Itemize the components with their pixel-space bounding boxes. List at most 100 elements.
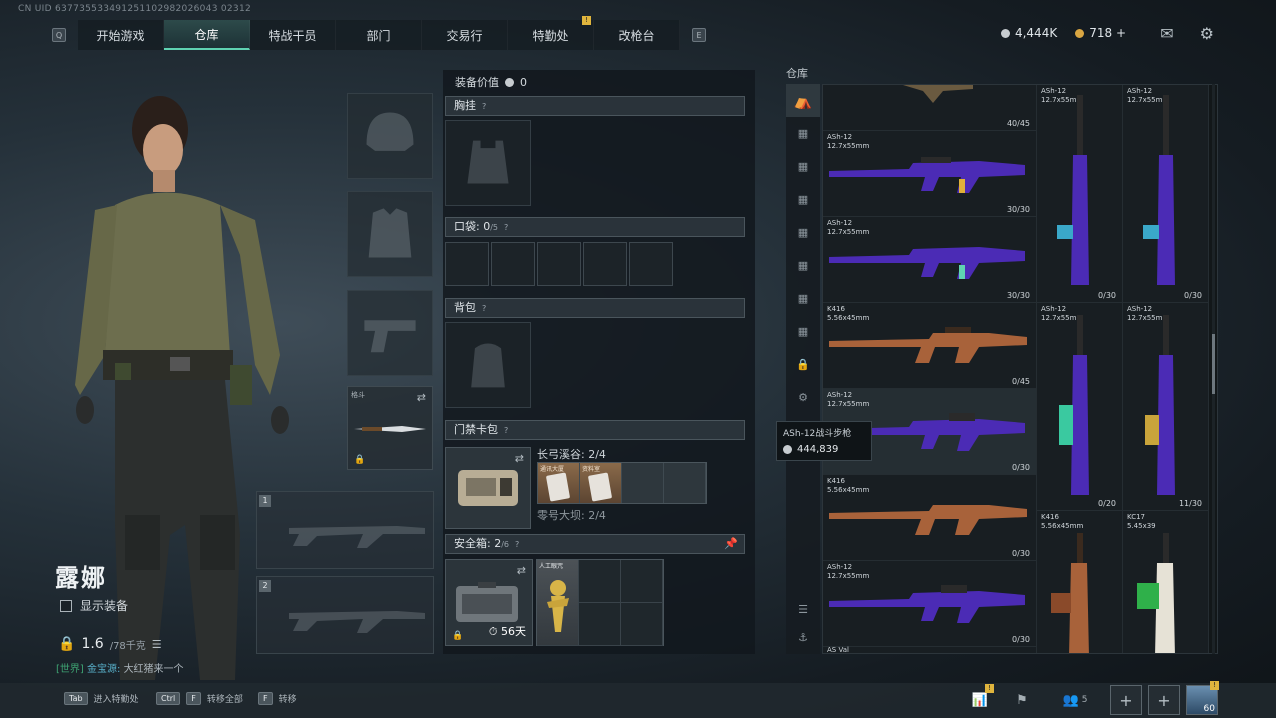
hint-enter-special[interactable]: Tab 进入特勤处: [64, 692, 139, 705]
warehouse-page-icon[interactable]: ▦: [786, 150, 820, 183]
invite-slot-button[interactable]: +: [1148, 685, 1180, 715]
stats-chart-icon[interactable]: 📊!: [968, 684, 994, 711]
warehouse-item[interactable]: ASh-12 12.7x55mm 0/20: [1037, 303, 1123, 511]
world-chat-line[interactable]: [世界] 金宝源: 大红猪来一个: [56, 660, 184, 675]
nav-tab-2[interactable]: 特战干员: [250, 20, 336, 50]
pocket-slot[interactable]: [491, 242, 535, 286]
keycard-item[interactable]: 资料室: [580, 463, 622, 503]
nav-tab-4[interactable]: 交易行: [422, 20, 508, 50]
pin-icon[interactable]: 📌: [724, 535, 738, 553]
primary-weapon-slot-1[interactable]: 1: [256, 491, 434, 569]
help-icon[interactable]: ?: [482, 98, 486, 116]
melee-slot[interactable]: 格斗 ⇄ 🔒: [347, 386, 433, 470]
nav-tab-5[interactable]: 特勤处!: [508, 16, 594, 50]
warehouse-scrollbar[interactable]: [1212, 84, 1215, 654]
safe-box-slot[interactable]: ⇄ 🔒 ⏱ 56天: [445, 559, 533, 646]
swap-icon[interactable]: ⇄: [417, 391, 426, 404]
warehouse-item[interactable]: ASh-12 12.7x55mm 0/30: [1037, 85, 1123, 303]
sort-icon[interactable]: ⚓: [786, 631, 820, 644]
nav-tab-3[interactable]: 部门: [336, 20, 422, 50]
armor-slot[interactable]: [347, 191, 433, 277]
warehouse-page-icon[interactable]: ▦: [786, 183, 820, 216]
nav-tab-1[interactable]: 仓库: [164, 20, 250, 50]
warehouse-item[interactable]: ASh-12 12.7x55mm 30/30: [823, 131, 1037, 217]
hint-label: 转移全部: [206, 695, 243, 705]
backpack-slot[interactable]: [445, 322, 531, 408]
settings-gear-icon[interactable]: ⚙: [786, 381, 820, 414]
safe-box-icon: [456, 582, 518, 622]
help-icon[interactable]: ?: [482, 300, 486, 318]
warehouse-item[interactable]: ASh-12 12.7x55mm 0/30: [1123, 85, 1209, 303]
key-tab: Tab: [64, 692, 88, 705]
warehouse-item[interactable]: K416 5.56x45mm 0/30: [823, 475, 1037, 561]
show-gear-checkbox[interactable]: [60, 599, 72, 612]
nav-right-key[interactable]: E: [692, 28, 706, 42]
safe-box-empty-slot[interactable]: [579, 560, 621, 603]
settings-gear-icon[interactable]: ⚙: [1200, 24, 1214, 43]
warehouse-item[interactable]: KC17 5.45x39: [1123, 511, 1209, 653]
pocket-slot[interactable]: [629, 242, 673, 286]
warehouse-item[interactable]: K416 5.56x45mm 0/45: [823, 303, 1037, 389]
helmet-slot[interactable]: [347, 93, 433, 179]
keycard-empty-slot[interactable]: [622, 463, 664, 503]
weight-detail-icon[interactable]: ☰: [152, 638, 162, 651]
help-icon[interactable]: ?: [515, 536, 519, 554]
pocket-slot[interactable]: [445, 242, 489, 286]
ash12-rifle-icon: [829, 157, 1025, 193]
keycard-case-slot[interactable]: ⇄: [445, 447, 531, 529]
warehouse-page-icon[interactable]: ▦: [786, 315, 820, 348]
squad-button[interactable]: 👥 5: [1058, 689, 1092, 711]
nav-tab-6[interactable]: 改枪台: [594, 20, 680, 50]
warehouse-page-icon[interactable]: ▦: [786, 282, 820, 315]
chat-sender[interactable]: 金宝源:: [87, 664, 120, 675]
swap-icon[interactable]: ⇄: [517, 564, 526, 577]
swap-icon[interactable]: ⇄: [515, 452, 524, 465]
pocket-slot[interactable]: [583, 242, 627, 286]
keycard-empty-slot[interactable]: [664, 463, 706, 503]
chest-rig-slot[interactable]: [445, 120, 531, 206]
help-icon[interactable]: ?: [504, 219, 508, 237]
mail-icon[interactable]: ✉: [1160, 24, 1173, 43]
warehouse-all-tab-icon[interactable]: ⛺: [786, 84, 820, 117]
show-gear-toggle[interactable]: 显示装备: [60, 597, 128, 614]
scrollbar-thumb[interactable]: [1212, 334, 1215, 394]
flag-icon[interactable]: ⚑: [1010, 689, 1034, 711]
stack-icon[interactable]: ☰: [786, 603, 820, 616]
top-nav: Q 开始游戏 仓库 特战干员 部门 交易行 特勤处! 改枪台 E: [52, 16, 722, 50]
pistol-slot[interactable]: [347, 290, 433, 376]
keycard-item[interactable]: 通讯大厦: [538, 463, 580, 503]
weight-value: 1.6: [81, 636, 104, 652]
hint-transfer[interactable]: F 转移: [258, 692, 297, 705]
item-ammo-count: 40/45: [1006, 119, 1030, 128]
warehouse-page-icon[interactable]: ▦: [786, 216, 820, 249]
backpack-header: 背包?: [445, 298, 745, 318]
nav-left-key[interactable]: Q: [52, 28, 66, 42]
safe-box-empty-slot[interactable]: [621, 560, 663, 603]
help-icon[interactable]: ?: [504, 422, 508, 440]
safe-box-item[interactable]: 人工眼咒: [537, 560, 579, 646]
safe-item-label: 人工眼咒: [539, 563, 564, 570]
invite-slot-button[interactable]: +: [1110, 685, 1142, 715]
player-avatar[interactable]: 60 !: [1186, 681, 1219, 715]
warehouse-item[interactable]: ASh-12 12.7x55mm 30/30: [823, 217, 1037, 303]
pocket-slot[interactable]: [537, 242, 581, 286]
warehouse-item[interactable]: ASh-12 12.7x55mm 0/30: [823, 561, 1037, 647]
chat-message: 大红猪来一个: [123, 664, 184, 675]
safe-box-empty-slot[interactable]: [621, 603, 663, 646]
gold-currency[interactable]: 718 +: [1075, 26, 1126, 40]
gold-add-button[interactable]: +: [1116, 26, 1126, 40]
primary-weapon-slot-2[interactable]: 2: [256, 576, 434, 654]
lock-icon[interactable]: 🔒: [786, 348, 820, 381]
warehouse-item[interactable]: 40/45: [823, 85, 1037, 131]
warehouse-item[interactable]: AS Val: [823, 646, 1037, 653]
warehouse-page-icon[interactable]: ▦: [786, 117, 820, 150]
silver-currency[interactable]: 4,444K: [1000, 26, 1057, 40]
hint-transfer-all[interactable]: Ctrl F 转移全部: [156, 692, 243, 705]
ash12-rifle-vertical-icon: [1059, 315, 1089, 495]
warehouse-item[interactable]: ASh-12 12.7x55mm 11/30: [1123, 303, 1209, 511]
ash12-rifle-icon: [829, 247, 1025, 279]
nav-tab-0[interactable]: 开始游戏: [78, 20, 164, 50]
warehouse-page-icon[interactable]: ▦: [786, 249, 820, 282]
safe-box-empty-slot[interactable]: [579, 603, 621, 646]
warehouse-item[interactable]: K416 5.56x45mm: [1037, 511, 1123, 653]
